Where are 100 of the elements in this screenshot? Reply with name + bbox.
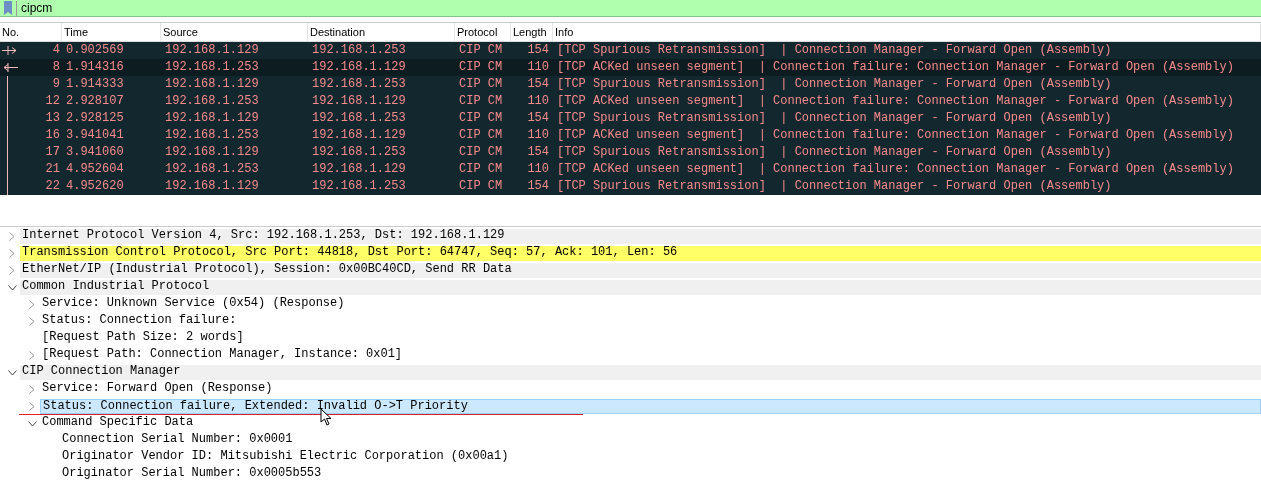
- table-cell-text: 192.168.1.129: [311, 127, 407, 144]
- expand-chevron-icon[interactable]: [9, 232, 15, 241]
- expand-chevron-icon[interactable]: [29, 300, 35, 309]
- table-cell-text: 154: [526, 110, 550, 127]
- tree-item[interactable]: Internet Protocol Version 4, Src: 192.168.1.253, Dst: 192.168.1.129: [20, 229, 1261, 244]
- column-header[interactable]: Protocol: [455, 23, 511, 41]
- bookmark-icon[interactable]: [3, 1, 13, 15]
- table-cell-text: CIP CM: [458, 93, 504, 110]
- expand-chevron-icon[interactable]: [29, 317, 35, 326]
- table-cell-text: 1.914333: [65, 76, 125, 93]
- packet-row[interactable]: 8 1.914316 192.168.1.253 192.168.1.129 CIP CM 110 [TCP ACKed unseen segment] | Connection failure: Connection Manager - Forward Open (Assembly): [0, 59, 1261, 76]
- column-header[interactable]: Time: [62, 23, 161, 41]
- expand-chevron-icon[interactable]: [9, 249, 15, 258]
- collapse-chevron-icon[interactable]: [27, 420, 37, 427]
- table-cell-text: [TCP Spurious Retransmission] | Connection Manager - Forward Open (Assembly): [556, 42, 1113, 59]
- table-cell-text: 110: [526, 161, 550, 178]
- table-cell-text: 154: [526, 178, 550, 195]
- column-header[interactable]: Info: [553, 23, 1261, 41]
- table-cell-text: 192.168.1.253: [311, 144, 407, 161]
- table-cell-text: 192.168.1.129: [311, 93, 407, 110]
- tree-item[interactable]: Command Specific Data: [40, 416, 1261, 431]
- table-cell-text: 2.928125: [65, 110, 125, 127]
- column-header[interactable]: Length: [511, 23, 553, 41]
- tree-item[interactable]: Common Industrial Protocol: [20, 280, 1261, 295]
- table-cell-text: 110: [526, 93, 550, 110]
- tree-item[interactable]: Originator Vendor ID: Mitsubishi Electric Corporation (0x00a1): [60, 450, 1261, 465]
- table-cell-text: 3.941041: [65, 127, 125, 144]
- collapse-chevron-icon[interactable]: [7, 284, 17, 291]
- table-cell-text: 3.941060: [65, 144, 125, 161]
- table-cell-text: [TCP Spurious Retransmission] | Connection Manager - Forward Open (Assembly): [556, 144, 1113, 161]
- table-cell-text: 154: [526, 76, 550, 93]
- expand-chevron-icon[interactable]: [29, 385, 35, 394]
- tree-item[interactable]: Transmission Control Protocol, Src Port: 44818, Dst Port: 64747, Seq: 57, Ack: 101, Len: 56: [20, 246, 1261, 261]
- table-cell-text: 8: [51, 59, 61, 76]
- table-cell-text: 17: [44, 144, 61, 161]
- expand-chevron-icon[interactable]: [9, 266, 15, 275]
- column-header[interactable]: Source: [161, 23, 308, 41]
- expand-chevron-icon[interactable]: [29, 402, 35, 411]
- tree-item[interactable]: [Request Path: Connection Manager, Instance: 0x01]: [40, 348, 1261, 363]
- table-cell-text: 4.952604: [65, 161, 125, 178]
- table-cell-text: 192.168.1.129: [311, 161, 407, 178]
- table-cell-text: 192.168.1.253: [164, 93, 260, 110]
- table-cell-text: CIP CM: [458, 127, 504, 144]
- table-cell-text: 2.928107: [65, 93, 125, 110]
- table-cell-text: 4: [51, 42, 61, 59]
- table-cell-text: [TCP ACKed unseen segment] | Connection failure: Connection Manager - Forward Open (Assembly): [556, 59, 1235, 76]
- tree-item[interactable]: CIP Connection Manager: [20, 365, 1261, 380]
- table-cell-text: 192.168.1.253: [311, 76, 407, 93]
- table-cell-text: 110: [526, 127, 550, 144]
- tree-item[interactable]: EtherNet/IP (Industrial Protocol), Session: 0x00BC40CD, Send RR Data: [20, 263, 1261, 278]
- table-cell-text: 21: [44, 161, 61, 178]
- table-cell-text: 192.168.1.129: [164, 76, 260, 93]
- table-cell-text: 16: [44, 127, 61, 144]
- expand-chevron-icon[interactable]: [29, 351, 35, 360]
- tree-item[interactable]: Status: Connection failure, Extended: Invalid O->T Priority: [40, 399, 1261, 414]
- table-cell-text: 13: [44, 110, 61, 127]
- table-cell-text: 1.914316: [65, 59, 125, 76]
- table-cell-text: 0.902569: [65, 42, 125, 59]
- table-cell-text: 192.168.1.253: [311, 178, 407, 195]
- column-header[interactable]: Destination: [308, 23, 455, 41]
- table-cell-text: 192.168.1.129: [164, 110, 260, 127]
- table-cell-text: 192.168.1.253: [164, 161, 260, 178]
- table-cell-text: CIP CM: [458, 110, 504, 127]
- table-cell-text: 192.168.1.253: [164, 127, 260, 144]
- table-cell-text: CIP CM: [458, 42, 504, 59]
- table-cell-text: 154: [526, 144, 550, 161]
- tree-item[interactable]: Originator Serial Number: 0x0005b553: [60, 467, 1261, 482]
- table-cell-text: [TCP Spurious Retransmission] | Connection Manager - Forward Open (Assembly): [556, 110, 1113, 127]
- table-cell-text: CIP CM: [458, 76, 504, 93]
- collapse-chevron-icon[interactable]: [7, 369, 17, 376]
- table-cell-text: 154: [526, 42, 550, 59]
- table-cell-text: 192.168.1.129: [164, 42, 260, 59]
- filter-text: cipcm: [16, 0, 53, 16]
- table-cell-text: 192.168.1.253: [311, 42, 407, 59]
- table-cell-text: 22: [44, 178, 61, 195]
- tree-item[interactable]: Connection Serial Number: 0x0001: [60, 433, 1261, 448]
- table-cell-text: CIP CM: [458, 161, 504, 178]
- table-cell-text: 192.168.1.129: [311, 59, 407, 76]
- tree-item[interactable]: [Request Path Size: 2 words]: [40, 331, 1261, 346]
- tree-item[interactable]: Service: Forward Open (Response): [40, 382, 1261, 397]
- table-cell-text: [TCP ACKed unseen segment] | Connection failure: Connection Manager - Forward Open (Assembly): [556, 93, 1235, 110]
- table-cell-text: 192.168.1.253: [164, 59, 260, 76]
- table-cell-text: 192.168.1.129: [164, 178, 260, 195]
- table-cell-text: [TCP Spurious Retransmission] | Connection Manager - Forward Open (Assembly): [556, 178, 1113, 195]
- table-cell-text: 192.168.1.129: [164, 144, 260, 161]
- mouse-cursor-icon: [320, 408, 332, 426]
- table-cell-text: 110: [526, 59, 550, 76]
- table-cell-text: [TCP ACKed unseen segment] | Connection failure: Connection Manager - Forward Open (Assembly): [556, 161, 1235, 178]
- tree-item[interactable]: Service: Unknown Service (0x54) (Response): [40, 297, 1261, 312]
- table-cell-text: CIP CM: [458, 144, 504, 161]
- tree-item[interactable]: Status: Connection failure:: [40, 314, 1261, 329]
- filter-field[interactable]: cipcm: [0, 0, 1261, 17]
- table-cell-text: [TCP ACKed unseen segment] | Connection failure: Connection Manager - Forward Open (Assembly): [556, 127, 1235, 144]
- table-cell-text: CIP CM: [458, 59, 504, 76]
- table-cell-text: 4.952620: [65, 178, 125, 195]
- column-header[interactable]: No.: [0, 23, 62, 41]
- table-cell-text: 192.168.1.253: [311, 110, 407, 127]
- table-cell-text: 12: [44, 93, 61, 110]
- table-cell-text: 9: [51, 76, 61, 93]
- table-cell-text: [TCP Spurious Retransmission] | Connection Manager - Forward Open (Assembly): [556, 76, 1113, 93]
